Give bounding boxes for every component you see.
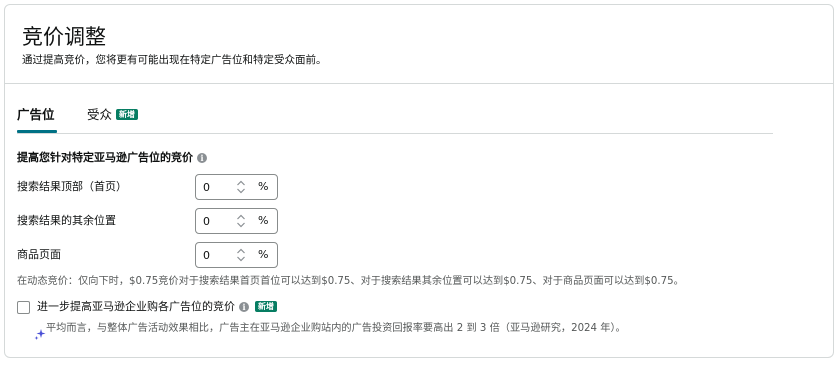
tab-placement[interactable]: 广告位 bbox=[17, 106, 55, 124]
new-badge: 新增 bbox=[255, 301, 277, 312]
placement-heading-text: 提高您针对特定亚马逊广告位的竞价 bbox=[17, 151, 193, 164]
top-of-search-input[interactable]: % bbox=[195, 174, 278, 200]
rest-of-search-value[interactable] bbox=[203, 213, 233, 229]
panel-header: 竞价调整 通过提高竞价，您将更有可能出现在特定广告位和特定受众面前。 bbox=[5, 5, 833, 84]
product-page-value[interactable] bbox=[203, 247, 233, 263]
stepper-icon[interactable] bbox=[234, 246, 248, 264]
business-bid-checkbox[interactable] bbox=[17, 301, 30, 314]
product-page-label: 商品页面 bbox=[17, 248, 61, 261]
product-page-input[interactable]: % bbox=[195, 242, 278, 268]
info-icon[interactable]: i bbox=[239, 302, 249, 312]
business-bid-label-row: 进一步提高亚马逊企业购各广告位的竞价 i 新增 bbox=[37, 299, 277, 315]
new-badge: 新增 bbox=[116, 109, 139, 120]
percent-unit: % bbox=[258, 248, 269, 261]
rest-of-search-label: 搜索结果的其余位置 bbox=[17, 214, 116, 227]
dynamic-bid-note: 在动态竞价：仅向下时，$0.75竞价对于搜索结果首页首位可以达到$0.75、对于… bbox=[17, 276, 684, 287]
percent-unit: % bbox=[258, 180, 269, 193]
top-of-search-value[interactable] bbox=[203, 179, 233, 195]
page-title: 竞价调整 bbox=[22, 25, 106, 49]
stepper-icon[interactable] bbox=[234, 178, 248, 196]
placement-heading: 提高您针对特定亚马逊广告位的竞价 i bbox=[17, 150, 207, 166]
percent-unit: % bbox=[258, 214, 269, 227]
info-icon[interactable]: i bbox=[197, 153, 207, 163]
tab-audience-label: 受众 bbox=[87, 107, 113, 122]
top-of-search-label: 搜索结果顶部（首页） bbox=[17, 180, 127, 193]
business-insight-text: 平均而言，与整体广告活动效果相比，广告主在亚马逊企业购站内的广告投资回报率要高出… bbox=[46, 323, 626, 334]
sparkle-icon bbox=[34, 325, 46, 340]
page-subtitle: 通过提高竞价，您将更有可能出现在特定广告位和特定受众面前。 bbox=[22, 54, 327, 66]
tab-audience[interactable]: 受众 新增 bbox=[87, 106, 139, 124]
tab-placement-label: 广告位 bbox=[17, 107, 55, 122]
stepper-icon[interactable] bbox=[234, 212, 248, 230]
rest-of-search-input[interactable]: % bbox=[195, 208, 278, 234]
business-bid-label[interactable]: 进一步提高亚马逊企业购各广告位的竞价 bbox=[37, 300, 235, 313]
active-tab-indicator bbox=[17, 130, 57, 133]
tab-bar: 广告位 受众 新增 bbox=[17, 100, 773, 134]
